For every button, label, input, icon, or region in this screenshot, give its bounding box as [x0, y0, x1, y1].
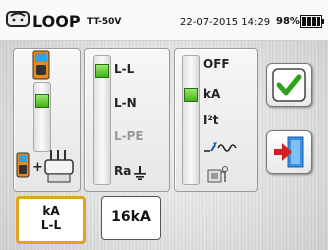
mode-option-off[interactable]: OFF — [203, 57, 230, 71]
mode-option-ka[interactable]: kA — [203, 87, 220, 101]
battery-icon — [300, 15, 324, 28]
adapter-icon — [44, 150, 74, 183]
tab-16ka-label: 16kA — [111, 209, 151, 225]
model-label: TT-50V — [87, 17, 122, 27]
mode-selector[interactable] — [184, 88, 198, 102]
system-selector[interactable] — [95, 64, 109, 78]
exit-button[interactable] — [266, 130, 312, 174]
battery-percent: 98% — [276, 16, 300, 27]
fuse-icon[interactable] — [206, 164, 228, 184]
system-option-l-l[interactable]: L-L — [114, 62, 134, 76]
system-option-ra[interactable]: Ra — [114, 164, 131, 178]
mode-option-i2t[interactable]: I²t — [203, 113, 218, 127]
check-icon — [272, 68, 306, 102]
trip-curve-icon[interactable] — [202, 138, 242, 158]
mode-track[interactable] — [182, 55, 200, 185]
tab-ka-ll-line2: L-L — [40, 218, 62, 232]
connection-selector[interactable] — [35, 94, 49, 108]
confirm-button[interactable] — [266, 63, 312, 107]
tab-16ka[interactable]: 16kA — [101, 196, 161, 240]
earth-icon — [134, 166, 146, 180]
instrument-small-icon — [16, 152, 30, 178]
tab-ka-ll[interactable]: kA L-L — [16, 196, 86, 244]
datetime-label: 22-07-2015 14:29 — [180, 17, 271, 28]
tab-ka-ll-line1: kA — [42, 204, 60, 218]
system-option-l-n[interactable]: L-N — [114, 96, 137, 110]
system-option-l-pe[interactable]: L-PE — [114, 129, 144, 143]
header-bar: LOOP TT-50V 22-07-2015 14:29 98% — [0, 0, 328, 41]
loop-function-icon — [6, 11, 30, 27]
exit-door-icon — [274, 136, 304, 168]
instrument-icon — [32, 50, 50, 80]
connection-track[interactable] — [33, 82, 51, 152]
page-title: LOOP — [32, 12, 81, 31]
